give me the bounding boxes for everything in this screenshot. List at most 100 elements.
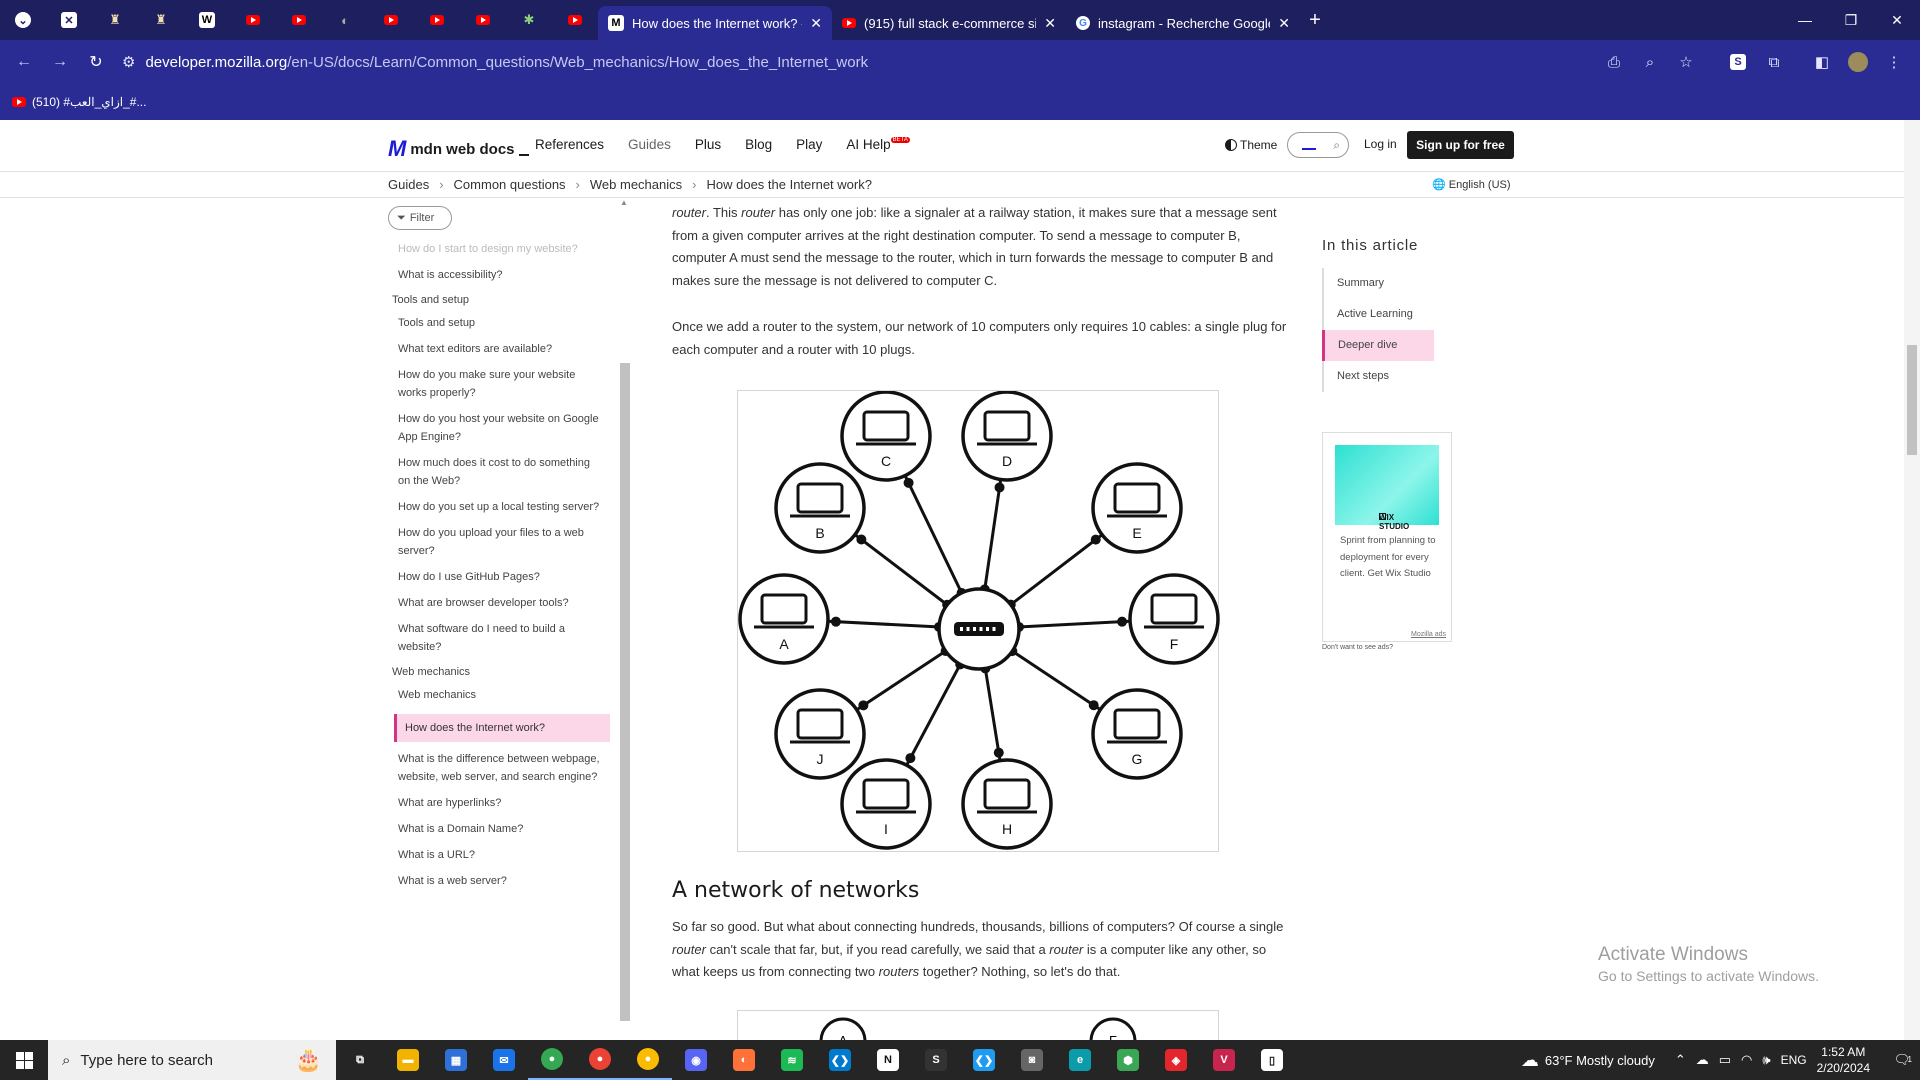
vscode-icon[interactable]: ❮❯ [960, 1040, 1008, 1080]
scroll-up-arrow-icon[interactable]: ▲ [620, 198, 628, 207]
crumb-guides[interactable]: Guides [388, 177, 429, 192]
tab-youtube[interactable]: (915) full stack e-commerce site ✕ [832, 6, 1066, 40]
sidebar-section-heading[interactable]: Web mechanics [380, 666, 610, 678]
side-panel-icon[interactable]: ◧ [1806, 44, 1838, 80]
login-link[interactable]: Log in [1364, 137, 1397, 151]
sidebar-filter-button[interactable]: ⏷ Filter [388, 206, 452, 230]
site-info-icon[interactable]: ⚙ [122, 53, 135, 71]
pinned-tab[interactable]: ♜ [92, 0, 138, 40]
chrome-icon[interactable]: ● [528, 1040, 576, 1080]
extensions-puzzle-icon[interactable]: ⧉ [1758, 44, 1790, 80]
sidebar-item[interactable]: What text editors are available? [380, 340, 610, 358]
volume-icon[interactable]: 🕪 [1762, 1052, 1770, 1068]
spotify-icon[interactable]: ≋ [768, 1040, 816, 1080]
battery-icon[interactable]: ▭ [1719, 1052, 1731, 1068]
install-app-icon[interactable]: ⎙ [1598, 44, 1630, 80]
shield-app-icon[interactable]: ⬢ [1104, 1040, 1152, 1080]
mozilla-ads-link[interactable]: Mozilla ads [1411, 631, 1446, 638]
toc-item[interactable]: Deeper dive [1322, 330, 1434, 361]
zoom-icon[interactable]: ⌕ [1634, 44, 1666, 80]
pinned-tab[interactable] [276, 0, 322, 40]
pinned-tab[interactable]: ◐ [322, 0, 368, 40]
nav-ai-help[interactable]: AI Help BETA [846, 137, 910, 152]
pinned-tab[interactable] [414, 0, 460, 40]
minimize-icon[interactable]: — [1782, 0, 1828, 40]
sidebar-item[interactable]: How much does it cost to do something on… [380, 454, 610, 490]
pinned-tab[interactable] [460, 0, 506, 40]
sidebar-item[interactable]: How do you upload your files to a web se… [380, 524, 610, 560]
crumb-common-questions[interactable]: Common questions [454, 177, 566, 192]
wifi-icon[interactable]: ◠ [1741, 1052, 1752, 1068]
pinned-tab[interactable] [230, 0, 276, 40]
pinned-tab[interactable]: ♜ [138, 0, 184, 40]
notion-icon[interactable]: N [864, 1040, 912, 1080]
camera-icon[interactable]: ◙ [1008, 1040, 1056, 1080]
network-icon[interactable]: ☁ [1696, 1052, 1709, 1068]
ad-image[interactable]: WIX STUDIO [1335, 445, 1439, 531]
edge-icon[interactable]: e [1056, 1040, 1104, 1080]
new-tab-button[interactable]: + [1300, 6, 1330, 34]
close-tab-icon[interactable]: ✕ [1278, 15, 1290, 32]
app-icon[interactable]: V [1200, 1040, 1248, 1080]
pinned-tab[interactable] [552, 0, 598, 40]
chevron-up-icon[interactable]: ⌃ [1675, 1052, 1686, 1068]
start-button[interactable] [0, 1040, 48, 1080]
nav-plus[interactable]: Plus [695, 137, 721, 152]
sidebar-item[interactable]: How do you set up a local testing server… [380, 498, 610, 516]
sidebar-item[interactable]: How do I start to design my website? [380, 240, 610, 258]
site-search[interactable]: ⌕ [1287, 132, 1349, 158]
close-window-icon[interactable]: ✕ [1874, 0, 1920, 40]
taskbar-search[interactable]: ⌕ Type here to search 🎂 [48, 1040, 336, 1080]
sidebar-item[interactable]: What is a web server? [380, 872, 610, 890]
close-tab-icon[interactable]: ✕ [1044, 15, 1056, 32]
clock[interactable]: 1:52 AM 2/20/2024 [1817, 1044, 1870, 1076]
sidebar-section-heading[interactable]: Tools and setup [380, 294, 610, 306]
sidebar-item-current[interactable]: How does the Internet work? [394, 714, 610, 742]
signup-button[interactable]: Sign up for free [1407, 131, 1514, 159]
task-view-icon[interactable]: ⧉ [336, 1040, 384, 1080]
vscode-icon[interactable]: ❮❯ [816, 1040, 864, 1080]
forward-icon[interactable]: → [42, 44, 78, 80]
crumb-current[interactable]: How does the Internet work? [706, 177, 871, 192]
sidebar-item[interactable]: How do you make sure your website works … [380, 366, 610, 402]
notepad-icon[interactable]: ▯ [1248, 1040, 1296, 1080]
anydesk-icon[interactable]: ◈ [1152, 1040, 1200, 1080]
scrollbar-thumb[interactable] [1907, 345, 1917, 455]
tab-google[interactable]: G instagram - Recherche Google ✕ [1066, 6, 1300, 40]
pinned-tab[interactable] [368, 0, 414, 40]
sidebar-item[interactable]: How do you host your website on Google A… [380, 410, 610, 446]
toc-item[interactable]: Summary [1324, 268, 1436, 299]
nav-guides[interactable]: Guides [628, 137, 671, 152]
toc-item[interactable]: Active Learning [1324, 299, 1436, 330]
firefox-icon[interactable]: ◐ [720, 1040, 768, 1080]
notifications-button[interactable]: 🗨 1 [1884, 1052, 1920, 1068]
ad-card[interactable]: WIX STUDIO Sprint from planning to deplo… [1322, 432, 1452, 642]
bookmark-star-icon[interactable]: ☆ [1670, 44, 1702, 80]
url-field[interactable]: ⚙ developer.mozilla.org/en-US/docs/Learn… [122, 44, 1682, 80]
page-scrollbar[interactable] [1904, 120, 1920, 1040]
tab-mdn-active[interactable]: M How does the Internet work? - M ✕ [598, 6, 832, 40]
nav-blog[interactable]: Blog [745, 137, 772, 152]
ad-text[interactable]: Sprint from planning to deployment for e… [1340, 533, 1440, 583]
weather-widget[interactable]: ☁ 63°F Mostly cloudy [1521, 1050, 1655, 1071]
nav-references[interactable]: References [535, 137, 604, 152]
sidebar-scrollbar[interactable] [620, 363, 630, 1021]
menu-kebab-icon[interactable]: ⋮ [1878, 44, 1910, 80]
chrome-icon[interactable]: ● [576, 1040, 624, 1080]
toc-item[interactable]: Next steps [1324, 361, 1436, 392]
pinned-tab[interactable]: W [184, 0, 230, 40]
language-indicator[interactable]: ENG [1781, 1053, 1807, 1067]
app-icon[interactable]: S [912, 1040, 960, 1080]
file-explorer-icon[interactable]: ▬ [384, 1040, 432, 1080]
sidebar-item[interactable]: Web mechanics [380, 686, 610, 704]
sidebar-item[interactable]: What are browser developer tools? [380, 594, 610, 612]
sidebar-item[interactable]: How do I use GitHub Pages? [380, 568, 610, 586]
discord-icon[interactable]: ◉ [672, 1040, 720, 1080]
back-icon[interactable]: ← [6, 44, 42, 80]
bookmark-item[interactable]: (510) #ازاي_العب_#... [12, 95, 146, 109]
mdn-logo[interactable]: M mdn web docs [388, 136, 529, 162]
pinned-tab[interactable]: ✕ [46, 0, 92, 40]
sidebar-item[interactable]: What is the difference between webpage, … [380, 750, 610, 786]
sidebar-item[interactable]: Tools and setup [380, 314, 610, 332]
crumb-web-mechanics[interactable]: Web mechanics [590, 177, 682, 192]
